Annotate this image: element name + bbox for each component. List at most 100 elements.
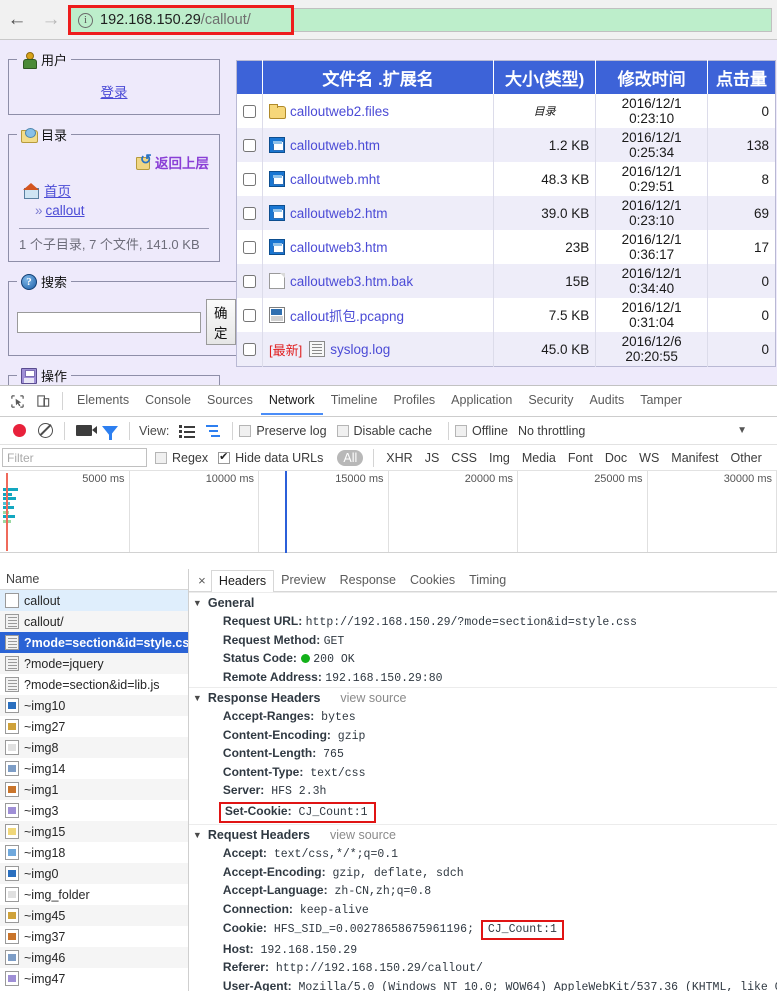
filter-type-other[interactable]: Other: [725, 451, 768, 465]
file-link[interactable]: calloutweb.htm: [290, 138, 380, 153]
clear-button[interactable]: [32, 418, 58, 444]
filter-input[interactable]: [2, 448, 147, 467]
address-bar[interactable]: i 192.168.150.29/callout/: [68, 5, 294, 35]
row-checkbox[interactable]: [243, 241, 256, 254]
tab-elements[interactable]: Elements: [69, 388, 137, 415]
hide-data-urls-toggle[interactable]: Hide data URLs: [218, 451, 323, 465]
response-headers-header[interactable]: ▼ Response Headers view source: [189, 687, 777, 708]
row-checkbox[interactable]: [243, 343, 256, 356]
hide-data-urls-checkbox[interactable]: [218, 452, 230, 464]
file-link[interactable]: calloutweb2.htm: [290, 206, 388, 221]
offline-checkbox[interactable]: [455, 425, 467, 437]
list-item[interactable]: ~img1: [0, 779, 188, 800]
detail-scrollbar[interactable]: [767, 569, 777, 991]
tab-tamper[interactable]: Tamper: [632, 388, 690, 415]
list-item[interactable]: ~img_folder: [0, 884, 188, 905]
offline-toggle[interactable]: Offline: [455, 424, 508, 438]
capture-screenshots-icon[interactable]: [71, 418, 97, 444]
table-row[interactable]: calloutweb2.files目录2016/12/1 0:23:100: [237, 94, 776, 128]
filter-type-ws[interactable]: WS: [633, 451, 665, 465]
list-item[interactable]: ~img14: [0, 758, 188, 779]
table-row[interactable]: calloutweb3.htm23B2016/12/1 0:36:1717: [237, 230, 776, 264]
file-link[interactable]: calloutweb3.htm.bak: [290, 274, 413, 289]
filter-type-font[interactable]: Font: [562, 451, 599, 465]
list-item[interactable]: ?mode=jquery: [0, 653, 188, 674]
file-link[interactable]: syslog.log: [330, 342, 390, 357]
list-item[interactable]: ~img15: [0, 821, 188, 842]
list-item[interactable]: ~img37: [0, 926, 188, 947]
response-view-source-link[interactable]: view source: [340, 691, 406, 705]
filter-type-doc[interactable]: Doc: [599, 451, 633, 465]
row-checkbox-cell[interactable]: [237, 128, 263, 162]
regex-toggle[interactable]: Regex: [155, 451, 208, 465]
chevron-down-icon[interactable]: ▼: [737, 425, 747, 436]
file-table-header-1[interactable]: 大小(类型): [494, 61, 596, 95]
table-row[interactable]: calloutweb3.htm.bak15B2016/12/1 0:34:400: [237, 264, 776, 298]
list-item[interactable]: ~img45: [0, 905, 188, 926]
row-checkbox-cell[interactable]: [237, 196, 263, 230]
row-checkbox[interactable]: [243, 207, 256, 220]
tab-console[interactable]: Console: [137, 388, 199, 415]
row-checkbox-cell[interactable]: [237, 332, 263, 367]
filter-type-manifest[interactable]: Manifest: [665, 451, 724, 465]
site-info-icon[interactable]: i: [78, 13, 93, 28]
disable-cache-toggle[interactable]: Disable cache: [337, 424, 433, 438]
tab-network[interactable]: Network: [261, 388, 323, 415]
file-table-header-0[interactable]: 文件名 .扩展名: [263, 61, 494, 95]
row-checkbox[interactable]: [243, 309, 256, 322]
network-overview-timeline[interactable]: 5000 ms10000 ms15000 ms20000 ms25000 ms3…: [0, 471, 777, 553]
omnibox-background[interactable]: [291, 8, 772, 32]
row-checkbox-cell[interactable]: [237, 264, 263, 298]
throttling-select[interactable]: No throttling: [518, 424, 585, 438]
search-submit-button[interactable]: 确定: [206, 299, 236, 345]
tab-audits[interactable]: Audits: [581, 388, 632, 415]
list-item[interactable]: ~img3: [0, 800, 188, 821]
list-item[interactable]: ?mode=section&id=lib.js: [0, 674, 188, 695]
request-headers-header[interactable]: ▼ Request Headers view source: [189, 824, 777, 845]
filter-toggle-icon[interactable]: [97, 418, 123, 444]
list-item[interactable]: ~img47: [0, 968, 188, 989]
detail-tab-preview[interactable]: Preview: [274, 570, 332, 590]
tab-application[interactable]: Application: [443, 388, 520, 415]
detail-tab-timing[interactable]: Timing: [462, 570, 513, 590]
tab-profiles[interactable]: Profiles: [385, 388, 443, 415]
file-table-header-3[interactable]: 点击量: [707, 61, 775, 95]
row-checkbox-cell[interactable]: [237, 94, 263, 128]
file-table-header-2[interactable]: 修改时间: [596, 61, 708, 95]
row-checkbox-cell[interactable]: [237, 162, 263, 196]
record-button[interactable]: [6, 418, 32, 444]
list-item[interactable]: ~img10: [0, 695, 188, 716]
tab-timeline[interactable]: Timeline: [323, 388, 386, 415]
file-link[interactable]: calloutweb.mht: [290, 172, 380, 187]
filter-type-js[interactable]: JS: [419, 451, 446, 465]
table-row[interactable]: callout抓包.pcapng7.5 KB2016/12/1 0:31:040: [237, 298, 776, 332]
list-item[interactable]: ~img46: [0, 947, 188, 968]
list-item[interactable]: callout: [0, 590, 188, 611]
filter-type-xhr[interactable]: XHR: [380, 451, 418, 465]
forward-button[interactable]: →: [34, 3, 68, 37]
list-item[interactable]: ~img0: [0, 863, 188, 884]
detail-tab-response[interactable]: Response: [333, 570, 403, 590]
request-view-source-link[interactable]: view source: [330, 828, 396, 842]
table-row[interactable]: calloutweb.htm1.2 KB2016/12/1 0:25:34138: [237, 128, 776, 162]
inspect-element-icon[interactable]: [4, 388, 30, 414]
table-row[interactable]: [最新]syslog.log45.0 KB2016/12/6 20:20:550: [237, 332, 776, 367]
filter-type-media[interactable]: Media: [516, 451, 562, 465]
general-section-header[interactable]: ▼ General: [189, 592, 777, 613]
view-list-icon[interactable]: [174, 418, 200, 444]
back-button[interactable]: ←: [0, 3, 34, 37]
row-checkbox-cell[interactable]: [237, 230, 263, 264]
home-row[interactable]: 首页: [23, 180, 211, 200]
tab-security[interactable]: Security: [520, 388, 581, 415]
back-up-link[interactable]: 返回上层: [155, 152, 209, 172]
breadcrumb-item-callout[interactable]: callout: [46, 203, 85, 218]
file-link[interactable]: calloutweb2.files: [290, 104, 389, 119]
list-item[interactable]: ~img8: [0, 737, 188, 758]
table-row[interactable]: calloutweb2.htm39.0 KB2016/12/1 0:23:106…: [237, 196, 776, 230]
row-checkbox[interactable]: [243, 173, 256, 186]
detail-tab-cookies[interactable]: Cookies: [403, 570, 462, 590]
list-item[interactable]: callout/: [0, 611, 188, 632]
list-item[interactable]: ~img18: [0, 842, 188, 863]
row-checkbox[interactable]: [243, 139, 256, 152]
request-list-header[interactable]: Name: [0, 569, 188, 590]
